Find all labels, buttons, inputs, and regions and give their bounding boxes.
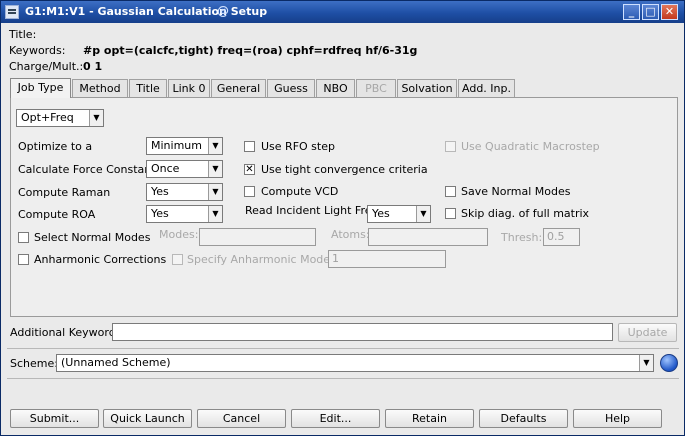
- scheme-globe-icon[interactable]: [660, 354, 678, 372]
- retain-button[interactable]: Retain: [385, 409, 474, 428]
- scheme-value: (Unnamed Scheme): [61, 356, 171, 369]
- charge-mult-label: Charge/Mult.:: [9, 60, 84, 73]
- skip-diag-label: Skip diag. of full matrix: [461, 207, 590, 220]
- additional-keywords-label: Additional Keywords:: [10, 326, 126, 339]
- defaults-button[interactable]: Defaults: [479, 409, 568, 428]
- keywords-value: #p opt=(calcfc,tight) freq=(roa) cphf=rd…: [83, 44, 418, 57]
- compute-raman-value: Yes: [151, 185, 169, 198]
- compute-raman-label: Compute Raman: [18, 186, 111, 199]
- update-button: Update: [618, 323, 677, 342]
- compute-vcd-checkbox[interactable]: [244, 186, 255, 197]
- separator: [7, 348, 679, 349]
- chevron-down-icon: ▼: [208, 161, 222, 177]
- submit-button[interactable]: Submit...: [10, 409, 99, 428]
- incident-light-label: Read Incident Light Freqs: [245, 204, 385, 217]
- chevron-down-icon: ▼: [208, 138, 222, 154]
- chevron-down-icon: ▼: [208, 206, 222, 222]
- keywords-label: Keywords:: [9, 44, 66, 57]
- tab-method[interactable]: Method: [72, 79, 128, 98]
- job-type-select[interactable]: Opt+Freq ▼: [16, 109, 104, 127]
- separator: [7, 378, 679, 379]
- scheme-label: Scheme:: [10, 357, 58, 370]
- tab-general[interactable]: General: [211, 79, 266, 98]
- tab-title[interactable]: Title: [129, 79, 167, 98]
- optimize-value: Minimum: [151, 139, 202, 152]
- chevron-down-icon: ▼: [208, 184, 222, 200]
- chevron-down-icon: ▼: [89, 110, 103, 126]
- modes-label: Modes:: [159, 228, 199, 241]
- force-constants-value: Once: [151, 162, 180, 175]
- job-type-panel: Opt+Freq ▼ Optimize to a Minimum ▼ Calcu…: [10, 97, 678, 317]
- quadratic-macrostep-label: Use Quadratic Macrostep: [461, 140, 600, 153]
- tab-pbc: PBC: [356, 79, 396, 98]
- incident-light-select[interactable]: Yes ▼: [367, 205, 431, 223]
- tight-convergence-label: Use tight convergence criteria: [261, 163, 428, 176]
- tab-link0[interactable]: Link 0: [168, 79, 210, 98]
- incident-light-value: Yes: [372, 207, 390, 220]
- tab-job-type[interactable]: Job Type: [10, 78, 71, 98]
- rfo-step-checkbox[interactable]: [244, 141, 255, 152]
- rfo-step-label: Use RFO step: [261, 140, 335, 153]
- specify-anharmonic-checkbox: [172, 254, 183, 265]
- tab-guess[interactable]: Guess: [267, 79, 315, 98]
- save-normal-modes-checkbox[interactable]: [445, 186, 456, 197]
- close-button[interactable]: ✕: [661, 4, 678, 20]
- atoms-label: Atoms:: [331, 228, 370, 241]
- compute-roa-select[interactable]: Yes ▼: [146, 205, 223, 223]
- app-icon[interactable]: [5, 5, 19, 19]
- window-title: G1:M1:V1 - Gaussian Calculation Setup: [25, 5, 268, 18]
- cancel-button[interactable]: Cancel: [197, 409, 286, 428]
- swirl-icon: @: [217, 4, 229, 18]
- select-normal-modes-checkbox[interactable]: [18, 232, 29, 243]
- anharmonic-checkbox[interactable]: [18, 254, 29, 265]
- force-constants-label: Calculate Force Constants: [18, 163, 162, 176]
- tab-add-inp[interactable]: Add. Inp.: [458, 79, 515, 98]
- job-type-value: Opt+Freq: [21, 111, 74, 124]
- atoms-input: [368, 228, 488, 246]
- tab-solvation[interactable]: Solvation: [397, 79, 457, 98]
- save-normal-modes-label: Save Normal Modes: [461, 185, 571, 198]
- titlebar[interactable]: G1:M1:V1 - Gaussian Calculation Setup @ …: [1, 1, 684, 23]
- optimize-label: Optimize to a: [18, 140, 93, 153]
- specify-anharmonic-input: 1: [328, 250, 446, 268]
- additional-keywords-input[interactable]: [112, 323, 613, 341]
- quick-launch-button[interactable]: Quick Launch: [103, 409, 192, 428]
- specify-anharmonic-label: Specify Anharmonic Modes:: [187, 253, 340, 266]
- chevron-down-icon: ▼: [639, 355, 653, 371]
- chevron-down-icon: ▼: [416, 206, 430, 222]
- force-constants-select[interactable]: Once ▼: [146, 160, 223, 178]
- compute-vcd-label: Compute VCD: [261, 185, 339, 198]
- minimize-button[interactable]: _: [623, 4, 640, 20]
- compute-raman-select[interactable]: Yes ▼: [146, 183, 223, 201]
- gaussian-setup-window: G1:M1:V1 - Gaussian Calculation Setup @ …: [0, 0, 685, 436]
- thresh-label: Thresh:: [501, 231, 543, 244]
- title-label: Title:: [9, 28, 37, 41]
- compute-roa-value: Yes: [151, 207, 169, 220]
- edit-button[interactable]: Edit...: [291, 409, 380, 428]
- quadratic-macrostep-checkbox: [445, 141, 456, 152]
- maximize-button[interactable]: □: [642, 4, 659, 20]
- optimize-select[interactable]: Minimum ▼: [146, 137, 223, 155]
- tab-nbo[interactable]: NBO: [316, 79, 355, 98]
- charge-mult-value: 0 1: [83, 60, 103, 73]
- compute-roa-label: Compute ROA: [18, 208, 96, 221]
- modes-input: [199, 228, 316, 246]
- skip-diag-checkbox[interactable]: [445, 208, 456, 219]
- anharmonic-label: Anharmonic Corrections: [34, 253, 167, 266]
- tight-convergence-checkbox[interactable]: ✕: [244, 164, 255, 175]
- select-normal-modes-label: Select Normal Modes: [34, 231, 151, 244]
- thresh-input: 0.5: [543, 228, 580, 246]
- scheme-select[interactable]: (Unnamed Scheme) ▼: [56, 354, 654, 372]
- help-button[interactable]: Help: [573, 409, 662, 428]
